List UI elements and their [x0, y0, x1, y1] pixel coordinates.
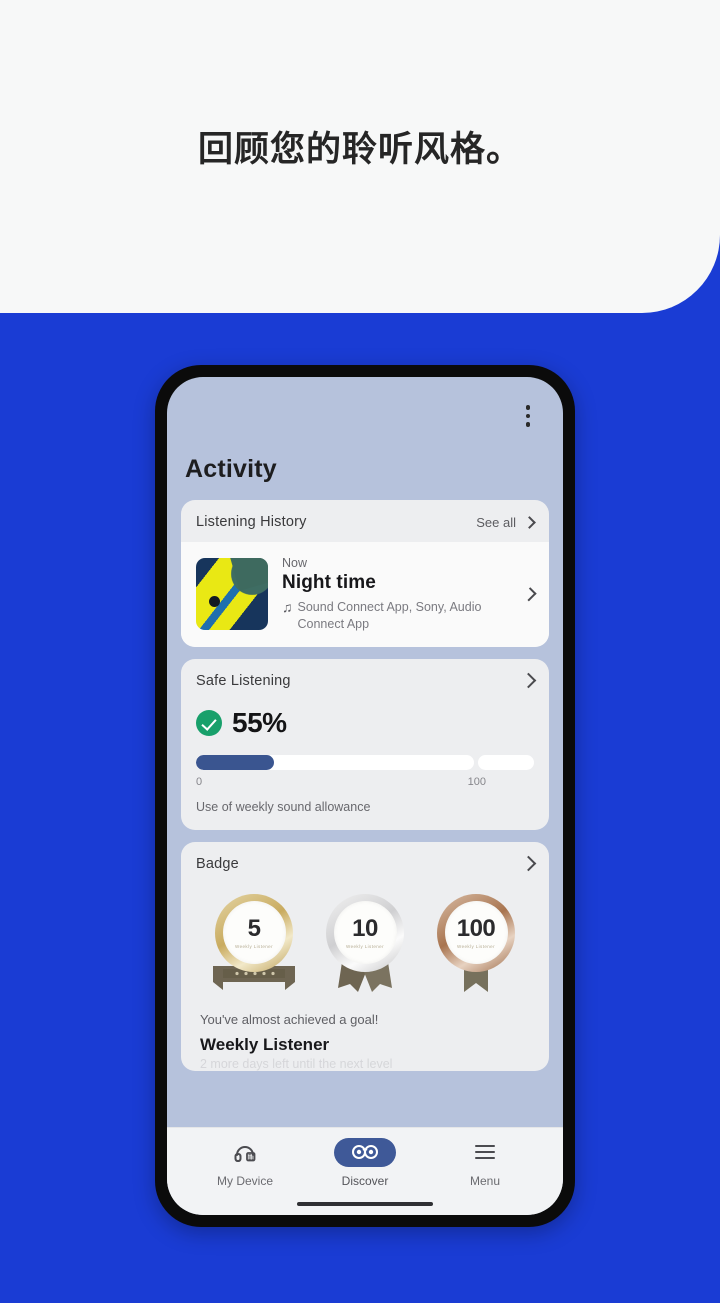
medal-number: 100 — [456, 914, 496, 942]
nav-pill — [454, 1138, 516, 1167]
see-all-action[interactable]: See all — [476, 514, 536, 530]
medal-sublabel: Weekly Listener — [235, 943, 273, 949]
chevron-right-icon[interactable] — [520, 672, 537, 689]
medal-number: 10 — [352, 914, 378, 942]
check-circle-icon — [196, 709, 222, 736]
hamburger-menu-icon — [475, 1145, 495, 1159]
scale-min-label: 0 — [196, 775, 203, 788]
badge-medal[interactable]: 5 Weekly Listener — [202, 892, 306, 996]
bottom-nav-items: My Device Discover Menu — [183, 1137, 547, 1188]
badge-card[interactable]: Badge 5 Weekly Listener 10 Weekly Listen… — [181, 841, 549, 1071]
bottom-navigation: My Device Discover Menu — [167, 1126, 563, 1215]
listening-history-header[interactable]: Listening History See all — [181, 500, 549, 542]
history-item-time: Now — [282, 556, 308, 570]
progress-scale: 0 100 — [196, 776, 534, 788]
app-scroll-area[interactable]: Activity Listening History See all Now N… — [167, 377, 563, 1127]
sound-allowance-progressbar — [196, 754, 534, 770]
phone-screen: Activity Listening History See all Now N… — [167, 377, 563, 1215]
chevron-right-icon[interactable] — [522, 587, 537, 602]
scale-max-label: 100 — [467, 775, 486, 788]
nav-label: My Device — [216, 1173, 273, 1188]
medal-sublabel: Weekly Listener — [457, 943, 495, 949]
hero-panel: 回顾您的聆听风格。 — [0, 0, 720, 313]
progress-fill — [196, 754, 274, 770]
safe-listening-title: Safe Listening — [196, 672, 291, 689]
badge-title: Badge — [196, 855, 239, 872]
page-root: 回顾您的聆听风格。 Activity Listening History See… — [0, 0, 720, 1303]
badge-medal-list: 5 Weekly Listener 10 Weekly Listener 100… — [196, 888, 534, 1002]
medal-sublabel: Weekly Listener — [346, 943, 384, 949]
badge-body: 5 Weekly Listener 10 Weekly Listener 100… — [181, 884, 549, 1071]
nav-item-menu[interactable]: Menu — [433, 1138, 537, 1188]
album-art-thumbnail — [196, 558, 268, 631]
headphones-icon — [234, 1146, 256, 1162]
safe-listening-card[interactable]: Safe Listening 55% 0 100 Use of weekly s… — [181, 658, 549, 830]
nav-pill-active — [334, 1137, 396, 1167]
music-note-icon: ♫ — [282, 599, 293, 615]
medal-gold-icon: 5 Weekly Listener — [215, 893, 293, 972]
safe-listening-percent: 55% — [232, 706, 287, 738]
see-all-label: See all — [476, 514, 516, 530]
home-indicator[interactable] — [297, 1201, 433, 1206]
app-topbar — [181, 377, 549, 455]
history-item-text: Now Night time ♫ Sound Connect App, Sony… — [282, 556, 511, 633]
chevron-right-icon[interactable] — [520, 855, 537, 872]
kebab-menu-icon[interactable] — [517, 399, 539, 433]
nav-pill — [214, 1138, 276, 1167]
history-item-title: Night time — [282, 572, 376, 593]
sound-allowance-caption: Use of weekly sound allowance — [196, 799, 371, 814]
medal-silver-icon: 10 Weekly Listener — [326, 893, 404, 972]
nav-item-discover[interactable]: Discover — [313, 1137, 417, 1188]
badge-medal[interactable]: 10 Weekly Listener — [313, 892, 417, 996]
safe-listening-header[interactable]: Safe Listening — [181, 659, 549, 701]
progress-track — [196, 754, 474, 770]
page-title: Activity — [185, 455, 277, 483]
binoculars-icon — [352, 1145, 378, 1159]
medal-bronze-icon: 100 Weekly Listener — [437, 893, 515, 972]
badge-goal-note: You've almost achieved a goal! — [200, 1011, 379, 1027]
progress-tail-segment — [478, 754, 534, 770]
badge-medal[interactable]: 100 Weekly Listener — [424, 892, 528, 996]
safe-listening-body: 55% 0 100 Use of weekly sound allowance — [181, 707, 549, 830]
nav-label: Menu — [469, 1173, 501, 1188]
page-headline: 回顾您的聆听风格。 — [197, 130, 522, 169]
history-item-meta: ♫ Sound Connect App, Sony, Audio Connect… — [282, 599, 511, 633]
history-item-source: Sound Connect App, Sony, Audio Connect A… — [297, 600, 482, 631]
history-item-row[interactable]: Now Night time ♫ Sound Connect App, Sony… — [181, 542, 549, 647]
nav-label: Discover — [341, 1173, 389, 1188]
chevron-right-icon — [523, 515, 536, 529]
phone-mockup: Activity Listening History See all Now N… — [155, 365, 575, 1227]
safe-listening-percent-row: 55% — [196, 707, 534, 739]
medal-number: 5 — [247, 914, 261, 942]
listening-history-title: Listening History — [196, 514, 307, 530]
badge-level-sub: 2 more days left until the next level — [200, 1056, 393, 1071]
badge-header[interactable]: Badge — [181, 842, 549, 884]
badge-level-name: Weekly Listener — [200, 1034, 330, 1054]
nav-item-my-device[interactable]: My Device — [193, 1138, 297, 1188]
listening-history-card[interactable]: Listening History See all Now Night time — [181, 500, 549, 647]
